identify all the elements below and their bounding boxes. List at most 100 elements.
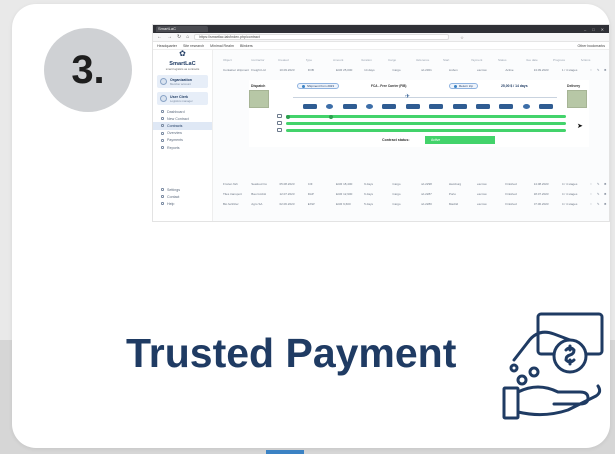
sidebar-bottom-menu: Settings Contact Help <box>153 186 213 208</box>
view-icon[interactable]: ○ <box>590 68 594 72</box>
list-icon <box>161 131 164 135</box>
sidebar-item-overview[interactable]: Overview <box>153 130 212 137</box>
table-cell: 4 / 4 stages <box>561 182 578 186</box>
column-header[interactable]: Payment <box>471 58 499 62</box>
edit-icon[interactable]: ✎ <box>597 192 601 196</box>
back-icon[interactable]: ← <box>157 34 162 40</box>
wifi-icon <box>277 128 282 132</box>
gear-icon <box>161 188 164 192</box>
view-icon[interactable]: ○ <box>590 202 594 206</box>
sidebar-item-payments[interactable]: Payments <box>153 137 212 144</box>
row-actions: ○ ✎ ✖ <box>590 202 608 206</box>
column-header[interactable]: Amount <box>333 58 361 62</box>
price-label: 25,00 $ / 14 days <box>501 84 528 88</box>
table-cell: Cargo <box>392 202 401 206</box>
table-row[interactable]: Frozen fish Seafood Co 05.08.2023 CIF EU… <box>223 180 608 188</box>
column-header[interactable]: Reference <box>416 58 444 62</box>
table-cell: Lisbon <box>448 68 458 72</box>
column-header[interactable]: Actions <box>581 58 609 62</box>
progress-marker <box>286 114 290 119</box>
delete-icon[interactable]: ✖ <box>604 182 608 186</box>
progress-bar-connectivity <box>286 129 566 132</box>
mail-icon <box>161 195 164 199</box>
column-header[interactable]: Start <box>443 58 471 62</box>
route-line <box>293 97 557 98</box>
bookmark-item[interactable]: Blinkers <box>240 44 253 48</box>
url-input[interactable]: https://smartlac.lab/index.php/contract <box>194 34 450 40</box>
table-row[interactable]: Bio fertilizer Agro SA 02.06.2023 EXW EU… <box>223 200 608 208</box>
table-cell: Madrid <box>448 202 459 206</box>
sidebar-item-contracts[interactable]: Contracts <box>153 122 212 130</box>
table-cell: Seafood Co <box>251 182 268 186</box>
return-pill[interactable]: Return trip <box>449 83 479 89</box>
table-cell: Finished <box>505 202 517 206</box>
column-header[interactable]: Progress <box>553 58 581 62</box>
table-row[interactable]: Container shipment Freight Ltd 10.09.202… <box>223 66 608 74</box>
table-cell: 1 / 4 stages <box>561 68 578 72</box>
table-cell: DAP <box>307 192 314 196</box>
account-title: Organization <box>170 77 192 82</box>
sidebar-item-label: Reports <box>167 145 180 150</box>
edit-icon[interactable]: ✎ <box>597 68 601 72</box>
bookmark-item[interactable]: Minimal Realm <box>210 44 234 48</box>
sidebar-item-settings[interactable]: Settings <box>153 186 213 193</box>
bookmark-star-icon[interactable]: ☆ <box>460 35 464 40</box>
pill-label: Shipment from 2023 <box>307 84 335 88</box>
column-header[interactable]: Type <box>306 58 334 62</box>
table-cell: escrow <box>477 192 487 196</box>
close-icon[interactable]: ✕ <box>601 27 604 32</box>
table-cell: 14 days <box>364 68 375 72</box>
column-header[interactable]: Cargo <box>388 58 416 62</box>
delete-icon[interactable]: ✖ <box>604 192 608 196</box>
column-header[interactable]: Created <box>278 58 306 62</box>
reload-icon[interactable]: ↻ <box>177 34 181 40</box>
account-card-user[interactable]: User Clerk Logistics manager <box>157 92 208 105</box>
main-content: Object Contractor Created Type Amount Du… <box>213 50 609 221</box>
vehicle-row <box>303 102 553 110</box>
delete-icon[interactable]: ✖ <box>604 202 608 206</box>
progress-marker <box>329 114 333 119</box>
row-actions: ○ ✎ ✖ <box>590 68 608 72</box>
sidebar-item-new-contract[interactable]: New Contract <box>153 115 212 122</box>
truck-icon <box>303 103 317 109</box>
minimize-icon[interactable]: – <box>584 27 586 32</box>
shipment-pill[interactable]: Shipment from 2023 <box>297 83 340 89</box>
other-bookmarks[interactable]: Other bookmarks <box>577 44 605 48</box>
table-cell: 6 days <box>364 192 374 196</box>
delete-icon[interactable]: ✖ <box>604 68 608 72</box>
truck-icon <box>538 103 553 109</box>
edit-icon[interactable]: ✎ <box>597 202 601 206</box>
checkpoint-icon <box>326 103 334 109</box>
account-card-org[interactable]: Organization Member account <box>157 75 208 88</box>
bookmark-item[interactable]: Headquarter <box>157 44 177 48</box>
bookmarks-bar: Headquarter Site research Minimal Realm … <box>153 42 609 50</box>
edit-icon[interactable]: ✎ <box>597 182 601 186</box>
sidebar-item-reports[interactable]: Reports <box>153 144 212 151</box>
table-cell: Cargo <box>392 182 401 186</box>
table-cell: Tiles transport <box>223 192 242 196</box>
table-cell: EUR 18,400 <box>335 182 353 186</box>
view-icon[interactable]: ○ <box>590 182 594 186</box>
column-header[interactable]: Duration <box>361 58 389 62</box>
ship-icon <box>405 103 420 109</box>
home-icon[interactable]: ⌂ <box>186 34 189 40</box>
column-header[interactable]: Due date <box>526 58 554 62</box>
step-badge: 3. <box>44 28 132 112</box>
contract-status-badge[interactable]: Active <box>425 136 495 144</box>
chart-icon <box>161 146 164 150</box>
table-row[interactable]: Tiles transport Bau GmbH 12.07.2023 DAP … <box>223 190 608 198</box>
maximize-icon[interactable]: □ <box>592 27 594 32</box>
sidebar-item-contact[interactable]: Contact <box>153 193 213 200</box>
bookmark-item[interactable]: Site research <box>183 44 204 48</box>
forward-icon[interactable]: → <box>167 34 172 40</box>
table-cell: EUR 9,600 <box>335 202 351 206</box>
sidebar-item-dashboard[interactable]: Dashboard <box>153 108 212 115</box>
plane-icon: ✈ <box>405 94 411 100</box>
column-header[interactable]: Status <box>498 58 526 62</box>
table-cell: ref-2301 <box>420 68 432 72</box>
column-header[interactable]: Contractor <box>251 58 279 62</box>
sidebar-item-help[interactable]: Help <box>153 200 213 207</box>
view-icon[interactable]: ○ <box>590 192 594 196</box>
browser-tab[interactable]: SmartLaC <box>156 26 208 32</box>
column-header[interactable]: Object <box>223 58 251 62</box>
